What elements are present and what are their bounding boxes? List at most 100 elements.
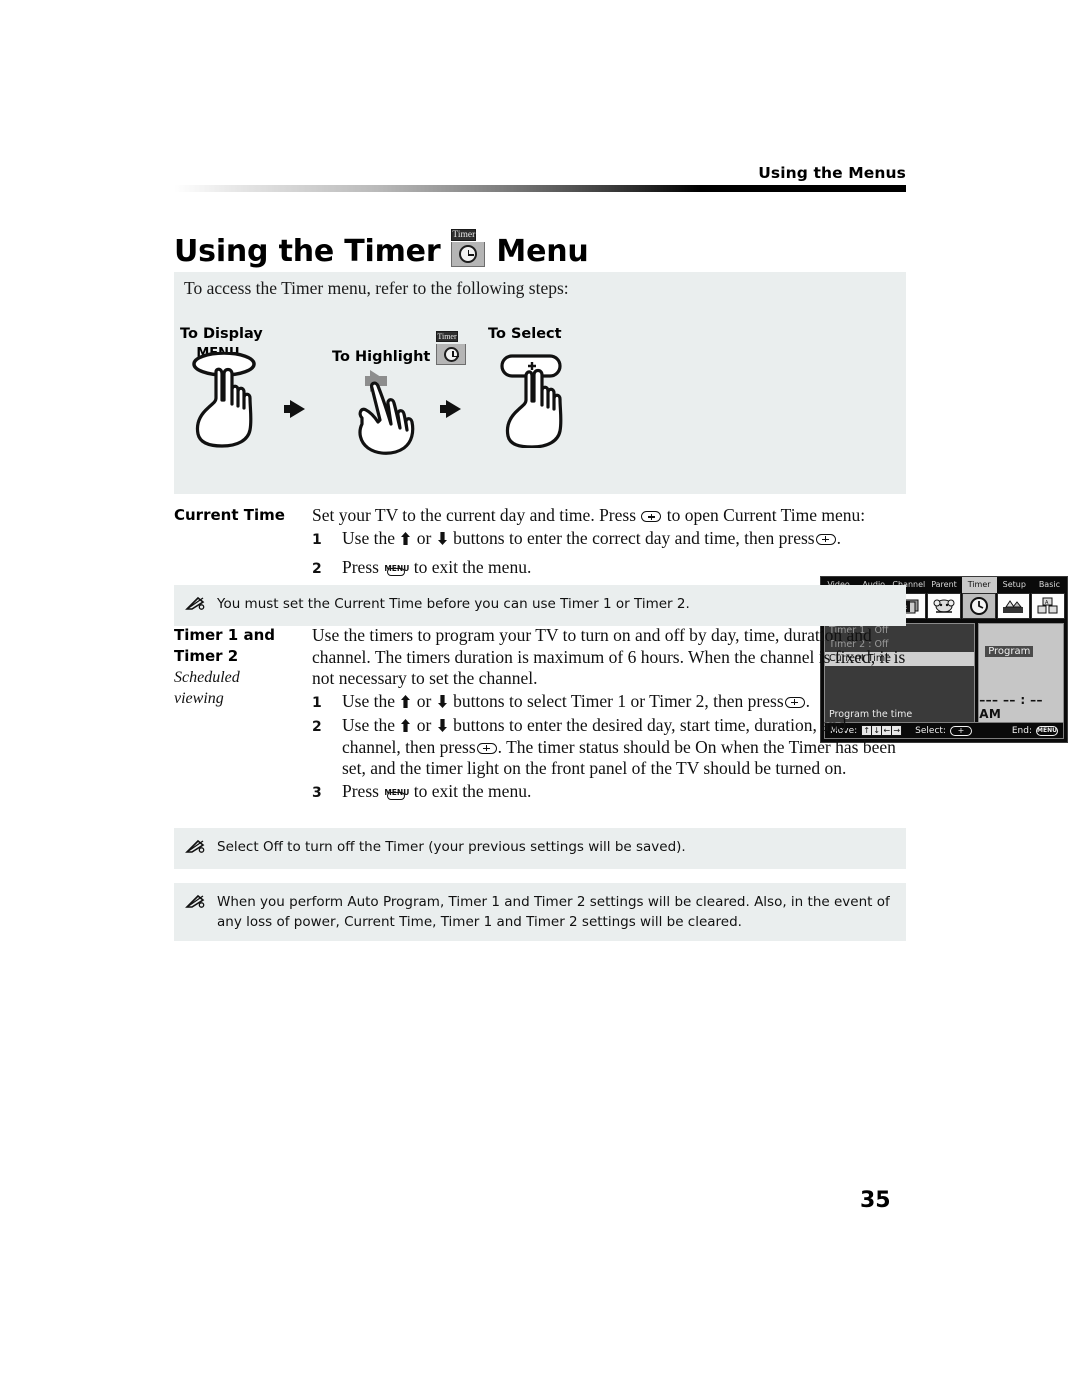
note-2-text: Select Off to turn off the Timer (your p…	[217, 839, 686, 855]
clock-icon-small	[436, 344, 467, 365]
current-time-intro-b: to open Current Time menu:	[666, 505, 866, 525]
timer-icon-label-small: Timer	[436, 331, 458, 342]
step-to-display-label: To Display	[180, 326, 263, 342]
timers-step-3: 3 Press MENU to exit the menu.	[312, 781, 906, 805]
note-pencil-icon	[185, 892, 207, 932]
arrow-down-button-icon	[437, 719, 447, 732]
timers-term: Timer 1 and Timer 2 Scheduled viewing	[174, 625, 310, 709]
current-time-intro-a: Set your TV to the current day and time.…	[312, 505, 637, 525]
menu-button-icon: MENU	[384, 559, 409, 577]
page-title-before: Using the Timer	[174, 234, 441, 269]
tv-icon-basic[interactable]: A	[1031, 593, 1066, 619]
select-button-icon	[476, 742, 497, 754]
step-to-highlight-label: To Highlight	[332, 349, 431, 365]
arrow-down-button-icon	[437, 531, 447, 545]
tv-tab-basic[interactable]: Basic	[1031, 577, 1067, 593]
step-text-a: Use the	[342, 690, 395, 711]
tv-icon-timer[interactable]	[961, 593, 996, 619]
step-number: 2	[312, 719, 322, 735]
note-box-1: You must set the Current Time before you…	[174, 585, 906, 626]
tv-time-value: ––– –– : ––AM	[979, 693, 1043, 721]
step-text-c: buttons to select Timer 1 or Timer 2, th…	[453, 690, 784, 711]
tv-program-label: Program	[985, 646, 1034, 657]
header-rule	[174, 185, 906, 192]
hand-pointing-icon	[358, 381, 415, 455]
menu-button-icon: MENU	[384, 783, 409, 801]
timers-paragraph: Use the timers to program your TV to tur…	[312, 625, 906, 688]
timer-menu-icon: Timer	[451, 224, 486, 267]
note-1-text: You must set the Current Time before you…	[217, 596, 690, 612]
step-text-a: Press	[342, 780, 379, 801]
timers-step-1: 1 Use the or buttons to select Timer 1 o…	[312, 691, 906, 715]
page-title: Using the Timer Timer Menu	[174, 224, 589, 267]
step-to-select: To Select	[488, 326, 563, 448]
arrow-up-button-icon	[401, 531, 411, 545]
current-time-term: Current Time	[174, 506, 285, 524]
step-to-select-label: To Select	[488, 326, 562, 342]
step-text-b: to exit the menu.	[413, 557, 532, 577]
step-text-a: Use the	[342, 527, 395, 548]
clock-icon	[451, 242, 486, 267]
hand-pressing-select-icon	[500, 354, 563, 448]
tv-end-label: End:	[1011, 725, 1032, 736]
timer-icon-label: Timer	[451, 229, 477, 241]
step-text-a: Use the	[342, 715, 395, 735]
step-text-c: buttons to enter the correct day and tim…	[453, 527, 815, 548]
flow-arrow-2-icon	[440, 400, 461, 418]
tv-tab-timer[interactable]: Timer	[961, 577, 997, 593]
tv-icon-setup[interactable]	[996, 593, 1031, 619]
timer-menu-icon-small: Timer	[436, 326, 467, 365]
section-current-time: Current Time Set your TV to the current …	[174, 505, 906, 583]
note-pencil-icon	[185, 837, 207, 860]
step-number: 1	[312, 531, 322, 548]
tv-select-key-icon: +	[949, 725, 972, 736]
step-text-b: or	[416, 690, 432, 711]
page-title-after: Menu	[496, 234, 589, 269]
arrow-up-button-icon	[401, 694, 411, 708]
flow-arrow-1-icon	[284, 400, 305, 418]
step-to-display: To Display MENU	[180, 326, 263, 448]
timers-term-line2: Timer 2	[174, 647, 239, 665]
step-number: 3	[312, 784, 322, 801]
tv-tab-setup[interactable]: Setup	[996, 577, 1032, 593]
running-header: Using the Menus	[758, 164, 906, 182]
hand-pressing-menu-icon	[192, 352, 256, 448]
current-time-intro: Set your TV to the current day and time.…	[312, 505, 906, 527]
current-time-step-1: 1 Use the or buttons to enter the correc…	[312, 528, 906, 552]
timers-subtitle-line2: viewing	[174, 690, 224, 707]
tv-tab-parent[interactable]: Parent	[926, 577, 962, 593]
timers-body: Use the timers to program your TV to tur…	[312, 625, 906, 804]
steps-intro: To access the Timer menu, refer to the f…	[184, 278, 569, 298]
arrow-up-button-icon	[401, 719, 411, 732]
timers-step-2: 2 Use the or buttons to enter the desire…	[312, 715, 906, 780]
step-text-d: .	[805, 690, 810, 711]
note-box-2: Select Off to turn off the Timer (your p…	[174, 828, 906, 869]
select-button-icon	[784, 696, 805, 708]
tv-end-key-icon: MENU	[1036, 725, 1058, 736]
current-time-body: Set your TV to the current day and time.…	[312, 505, 906, 581]
select-button-icon	[641, 511, 662, 522]
timers-subtitle-line1: Scheduled	[174, 669, 240, 686]
page-number: 35	[860, 1188, 891, 1213]
select-button-icon	[815, 533, 836, 545]
steps-flow: To Display MENU To Highlight Timer	[180, 326, 600, 476]
note-pencil-icon	[185, 594, 207, 617]
manual-page: Using the Menus Using the Timer Timer Me…	[0, 0, 1080, 1397]
tv-icon-parent[interactable]	[927, 593, 961, 619]
note-box-3: When you perform Auto Program, Timer 1 a…	[174, 883, 906, 941]
step-text-b: or	[416, 527, 432, 548]
tv-select-label: Select:	[915, 725, 946, 736]
step-number: 2	[312, 561, 322, 577]
note-3-text: When you perform Auto Program, Timer 1 a…	[217, 894, 890, 930]
arrow-down-button-icon	[437, 694, 447, 708]
tv-menu-detail: Program ––– –– : ––AM	[978, 623, 1064, 723]
step-to-highlight: To Highlight Timer	[332, 326, 467, 455]
access-steps-panel: To access the Timer menu, refer to the f…	[174, 272, 1068, 743]
timers-term-line1: Timer 1 and	[174, 626, 275, 644]
step-text-b: to exit the menu.	[413, 780, 532, 801]
step-number: 1	[312, 694, 322, 711]
step-text-b: or	[416, 715, 432, 735]
step-text-a: Press	[342, 557, 379, 577]
current-time-step-2: 2 Press MENU to exit the menu.	[312, 557, 906, 581]
step-text-d: .	[836, 527, 841, 548]
